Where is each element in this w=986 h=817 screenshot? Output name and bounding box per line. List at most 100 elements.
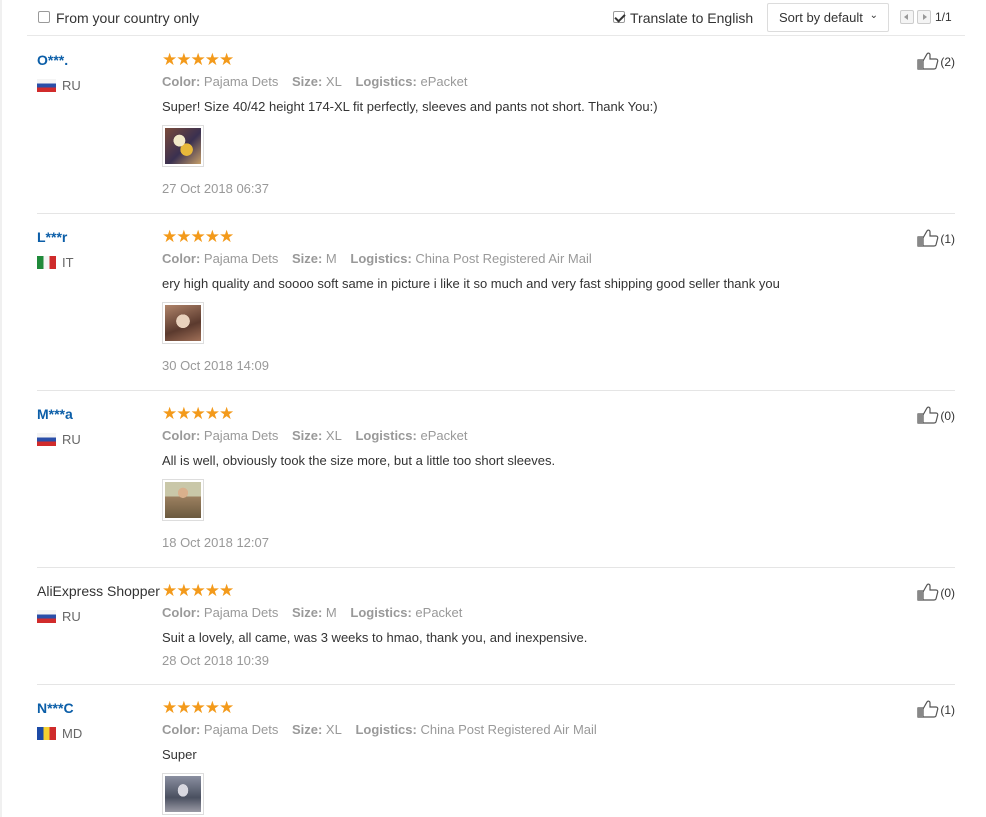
helpful-count: (0): [940, 409, 955, 423]
helpful-button[interactable]: (0): [917, 583, 955, 601]
thumbs-up-icon: [917, 700, 939, 718]
review-text: Suit a lovely, all came, was 3 weeks to …: [162, 630, 588, 645]
star-rating: ★★★★★: [162, 50, 234, 69]
size-value: XL: [325, 722, 342, 737]
logistics-value: China Post Registered Air Mail: [415, 251, 592, 266]
size-label: Size:: [291, 251, 323, 266]
sort-dropdown[interactable]: Sort by default ⌄: [767, 3, 889, 32]
russia-flag-icon: [37, 610, 56, 623]
color-value: Pajama Dets: [203, 74, 279, 89]
logistics-label: Logistics:: [355, 74, 417, 89]
reviewer-country: RU: [37, 432, 81, 447]
reviewer-country: RU: [37, 78, 81, 93]
review-date: 18 Oct 2018 12:07: [162, 535, 269, 550]
size-label: Size:: [291, 428, 323, 443]
logistics-label: Logistics:: [355, 428, 417, 443]
review-date: 30 Oct 2018 14:09: [162, 358, 269, 373]
size-label: Size:: [291, 605, 323, 620]
reviewer-name[interactable]: N***C: [37, 700, 74, 716]
order-attributes: Color: Pajama Dets Size: M Logistics: eP…: [162, 605, 462, 620]
review-photo-thumbnail[interactable]: [162, 773, 204, 815]
color-value: Pajama Dets: [203, 722, 279, 737]
previous-page-button[interactable]: [900, 10, 914, 24]
review-date: 28 Oct 2018 10:39: [162, 653, 269, 668]
helpful-button[interactable]: (1): [917, 229, 955, 247]
country-only-label[interactable]: From your country only: [56, 10, 199, 26]
reviewer-name: AliExpress Shopper: [37, 583, 160, 599]
helpful-button[interactable]: (1): [917, 700, 955, 718]
color-label: Color:: [162, 428, 201, 443]
review-item: M***a RU ★★★★★ Color: Pajama Dets Size: …: [37, 391, 955, 568]
review-photo-thumbnail[interactable]: [162, 125, 204, 167]
reviewer-name[interactable]: M***a: [37, 406, 73, 422]
order-attributes: Color: Pajama Dets Size: XL Logistics: e…: [162, 428, 467, 443]
next-page-button[interactable]: [917, 10, 931, 24]
thumbs-up-icon: [917, 406, 939, 424]
order-attributes: Color: Pajama Dets Size: XL Logistics: e…: [162, 74, 467, 89]
star-rating: ★★★★★: [162, 404, 234, 423]
helpful-count: (1): [940, 703, 955, 717]
helpful-count: (2): [940, 55, 955, 69]
color-value: Pajama Dets: [203, 251, 279, 266]
star-rating: ★★★★★: [162, 227, 234, 246]
helpful-count: (1): [940, 232, 955, 246]
review-date: 27 Oct 2018 06:37: [162, 181, 269, 196]
order-attributes: Color: Pajama Dets Size: XL Logistics: C…: [162, 722, 597, 737]
sort-dropdown-label: Sort by default: [779, 10, 863, 25]
italy-flag-icon: [37, 256, 56, 269]
star-rating: ★★★★★: [162, 581, 234, 600]
helpful-button[interactable]: (2): [917, 52, 955, 70]
review-text: Super: [162, 747, 197, 762]
reviewer-name[interactable]: L***r: [37, 229, 67, 245]
review-text: All is well, obviously took the size mor…: [162, 453, 556, 468]
color-label: Color:: [162, 605, 201, 620]
thumbs-up-icon: [917, 229, 939, 247]
page-count: 1/1: [935, 10, 952, 24]
translate-checkbox[interactable]: [613, 11, 625, 23]
logistics-label: Logistics:: [350, 251, 412, 266]
review-item: L***r IT ★★★★★ Color: Pajama Dets Size: …: [37, 214, 955, 391]
reviewer-country: RU: [37, 609, 81, 624]
chevron-down-icon: ⌄: [869, 10, 878, 21]
review-text: Super! Size 40/42 height 174-XL fit perf…: [162, 99, 658, 114]
country-only-checkbox[interactable]: [38, 11, 50, 23]
helpful-count: (0): [940, 586, 955, 600]
moldova-flag-icon: [37, 727, 56, 740]
review-item: AliExpress Shopper RU ★★★★★ Color: Pajam…: [37, 568, 955, 685]
color-label: Color:: [162, 722, 201, 737]
logistics-value: ePacket: [415, 605, 463, 620]
order-attributes: Color: Pajama Dets Size: M Logistics: Ch…: [162, 251, 592, 266]
country-code: RU: [62, 78, 81, 93]
size-value: M: [325, 251, 337, 266]
review-photo-thumbnail[interactable]: [162, 302, 204, 344]
country-code: IT: [62, 255, 74, 270]
feedback-toolbar: From your country only Translate to Engl…: [27, 0, 965, 36]
reviewer-name[interactable]: O***.: [37, 52, 68, 68]
reviewer-country: MD: [37, 726, 82, 741]
color-value: Pajama Dets: [203, 428, 279, 443]
size-value: XL: [325, 428, 342, 443]
logistics-value: ePacket: [420, 428, 468, 443]
helpful-button[interactable]: (0): [917, 406, 955, 424]
review-text: ery high quality and soooo soft same in …: [162, 276, 780, 291]
country-code: RU: [62, 609, 81, 624]
page-left-border: [0, 0, 2, 817]
logistics-value: China Post Registered Air Mail: [420, 722, 597, 737]
country-code: RU: [62, 432, 81, 447]
review-item: N***C MD ★★★★★ Color: Pajama Dets Size: …: [37, 685, 955, 817]
color-label: Color:: [162, 251, 201, 266]
star-rating: ★★★★★: [162, 698, 234, 717]
size-label: Size:: [291, 722, 323, 737]
thumbs-up-icon: [917, 52, 939, 70]
size-label: Size:: [291, 74, 323, 89]
country-code: MD: [62, 726, 83, 741]
translate-label[interactable]: Translate to English: [630, 10, 753, 26]
thumbs-up-icon: [917, 583, 939, 601]
russia-flag-icon: [37, 433, 56, 446]
logistics-label: Logistics:: [355, 722, 417, 737]
size-value: XL: [325, 74, 342, 89]
logistics-label: Logistics:: [350, 605, 412, 620]
reviewer-country: IT: [37, 255, 74, 270]
review-item: O***. RU ★★★★★ Color: Pajama Dets Size: …: [37, 37, 955, 214]
review-photo-thumbnail[interactable]: [162, 479, 204, 521]
